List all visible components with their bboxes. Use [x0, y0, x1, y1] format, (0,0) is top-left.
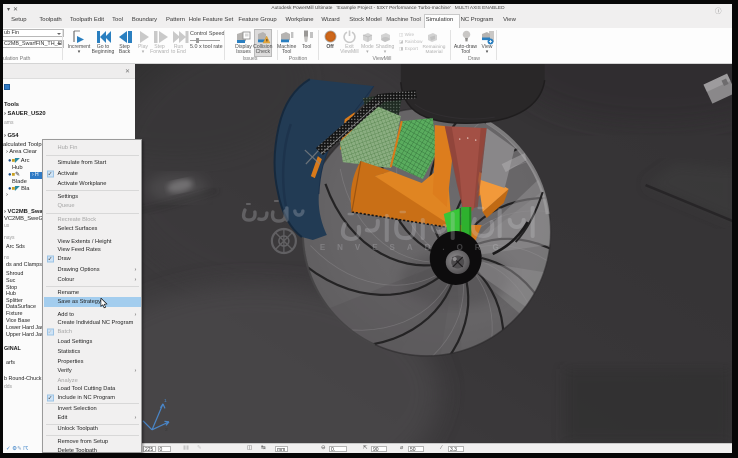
svg-text:ENVESAD.ORG: ENVESAD.ORG [320, 243, 511, 252]
svg-text:1: 1 [164, 398, 167, 404]
svg-text:2: 2 [165, 427, 168, 433]
